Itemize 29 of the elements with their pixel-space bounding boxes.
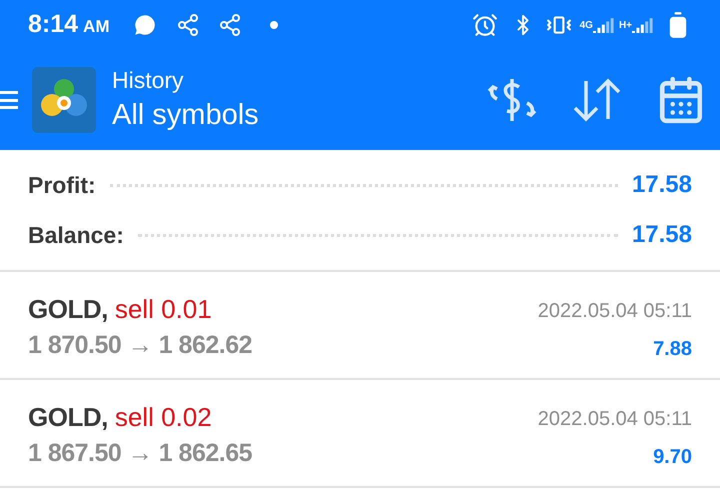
deal-time: 2022.05.04 05:11 [538, 299, 692, 324]
share-icon [176, 13, 200, 37]
summary-label: Balance: [28, 220, 124, 250]
deal-time: 2022.05.04 05:11 [538, 407, 692, 432]
share-icon [218, 13, 242, 37]
menu-button[interactable] [0, 90, 20, 110]
deal-row[interactable]: GOLD, sell 0.02 1 867.50 → 1 862.65 2022.05.04 05:11 9.70 [0, 380, 720, 488]
deal-profit: 9.70 [653, 445, 692, 470]
deal-symbol: GOLD, [28, 401, 108, 434]
summary-value: 17.58 [632, 220, 692, 250]
app-logo-icon [32, 67, 96, 133]
summary-value: 17.58 [632, 170, 692, 200]
summary-label: Profit: [28, 170, 96, 200]
deal-symbol: GOLD, [28, 293, 108, 326]
clock-time: 8:14 [28, 9, 78, 40]
deal-prices: 1 867.50 → 1 862.65 [28, 438, 252, 469]
alarm-icon [472, 12, 498, 38]
deal-action: sell 0.01 [114, 293, 212, 326]
screen-subtitle: All symbols [112, 98, 259, 133]
deal-profit: 7.88 [653, 337, 692, 362]
clock-ampm: AM [83, 16, 110, 38]
network-type: 4G [580, 18, 593, 32]
screen-title: History [112, 66, 185, 94]
deal-row[interactable]: GOLD, sell 0.01 1 870.50 → 1 862.62 2022.05.04 05:11 7.88 [0, 272, 720, 380]
deal-action: sell 0.02 [114, 401, 212, 434]
network-type: H+ [618, 18, 632, 32]
signal-icon [592, 17, 615, 33]
signal-icon [632, 17, 654, 33]
deal-prices: 1 870.50 → 1 862.62 [28, 330, 252, 361]
